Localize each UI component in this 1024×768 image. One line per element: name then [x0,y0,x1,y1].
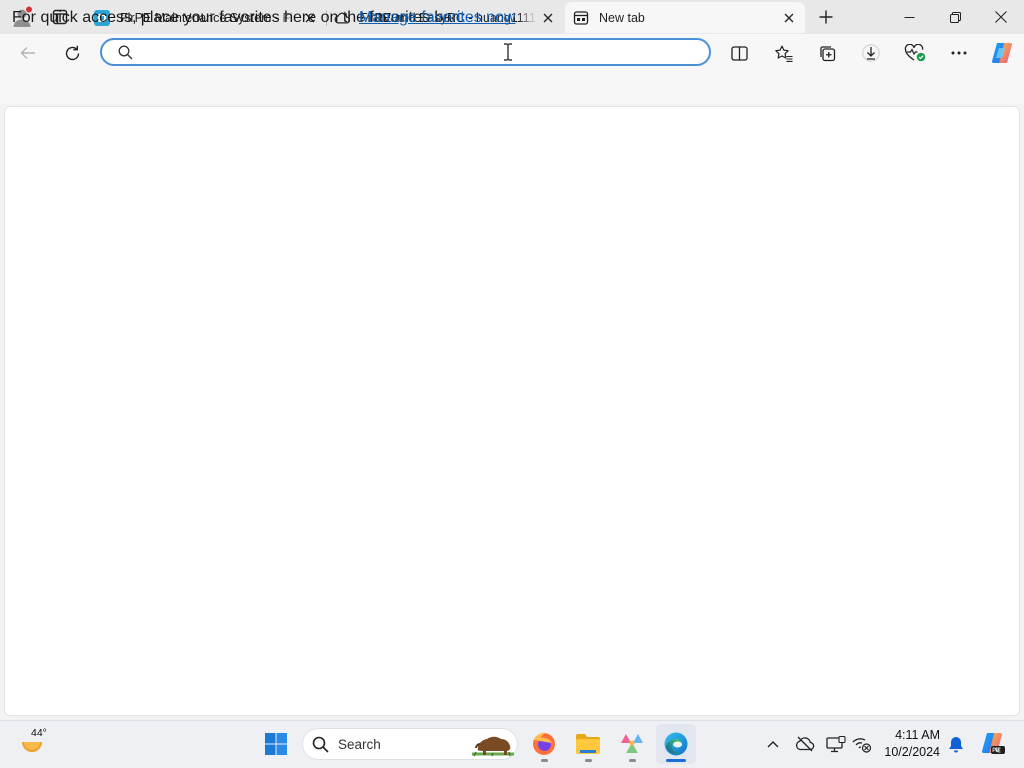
network-volume-tray-button[interactable] [849,729,875,759]
more-dots-icon [951,51,967,55]
address-bar[interactable] [100,38,711,66]
monitor-icon [826,735,846,752]
tab-title: New tab [599,10,645,25]
settings-more-button[interactable] [942,37,976,69]
text-cursor-icon [504,43,512,61]
bell-icon [949,736,963,752]
split-screen-icon [730,45,748,61]
split-screen-button[interactable] [722,37,756,69]
back-button[interactable] [11,37,45,69]
browser-essentials-button[interactable] [898,37,932,69]
favorites-star-icon [774,45,792,62]
network-disconnected-icon [852,737,872,753]
plus-icon [819,10,833,24]
downloads-button[interactable] [854,37,888,69]
new-tab-page-content [4,106,1020,716]
minimize-icon [904,16,914,18]
clock-time[interactable]: 4:11 AM [895,728,940,742]
download-icon [862,44,880,62]
copilot-icon [991,42,1013,64]
minimize-button[interactable] [886,0,932,34]
search-icon [118,45,133,60]
windows-logo-icon [265,733,287,755]
favorites-bar [0,72,1024,104]
taskbar-search-label: Search [338,737,381,752]
search-icon [312,736,329,753]
start-button[interactable] [256,724,296,764]
folder-icon [576,734,600,754]
weather-sun-icon [22,742,42,752]
refresh-icon [65,45,79,60]
close-icon [543,13,553,22]
file-explorer-running-indicator [585,759,592,762]
close-window-button[interactable] [978,0,1024,34]
heart-pulse-icon [904,44,926,62]
taskbar-app-launcher[interactable] [612,724,652,764]
collections-button[interactable] [810,37,844,69]
newtab-favicon [573,10,589,26]
close-icon [784,13,794,22]
cloud-offline-icon [796,736,815,752]
taskbar-edge[interactable] [656,724,696,764]
edge-icon [664,732,688,756]
taskbar-file-explorer[interactable] [568,724,608,764]
collections-icon [820,46,836,62]
tab-close-button[interactable] [777,6,801,30]
favorites-button[interactable] [766,37,800,69]
weather-temperature: 44° [31,727,47,739]
firefox-icon [533,732,555,755]
app-launcher-running-indicator [629,759,636,762]
copilot-button[interactable] [985,37,1019,69]
chevron-up-icon [767,741,779,748]
display-tray-button[interactable] [823,729,849,759]
tab-close-button[interactable] [536,6,560,30]
search-highlight-bison-icon [472,736,514,757]
manage-favorites-link[interactable]: Manage favorites now [359,9,516,27]
copilot-pre-icon [981,732,1005,754]
address-input[interactable] [142,42,706,64]
copilot-taskbar-button[interactable] [977,729,1009,759]
clock-date[interactable]: 10/2/2024 [884,745,940,759]
new-tab-button[interactable] [810,3,842,31]
close-icon [995,11,1007,23]
onedrive-tray-button[interactable] [792,729,818,759]
notifications-button[interactable] [943,729,969,759]
taskbar-firefox[interactable] [524,724,564,764]
show-hidden-icons-button[interactable] [760,729,786,759]
weather-widget[interactable]: 44° [14,724,64,764]
arrow-left-icon [20,47,35,59]
app-launcher-icon [621,734,643,753]
refresh-button[interactable] [55,37,89,69]
restore-icon [949,11,961,23]
edge-active-indicator [666,759,686,762]
firefox-running-indicator [541,759,548,762]
restore-button[interactable] [932,0,978,34]
tab-new-tab[interactable]: New tab [565,2,805,33]
